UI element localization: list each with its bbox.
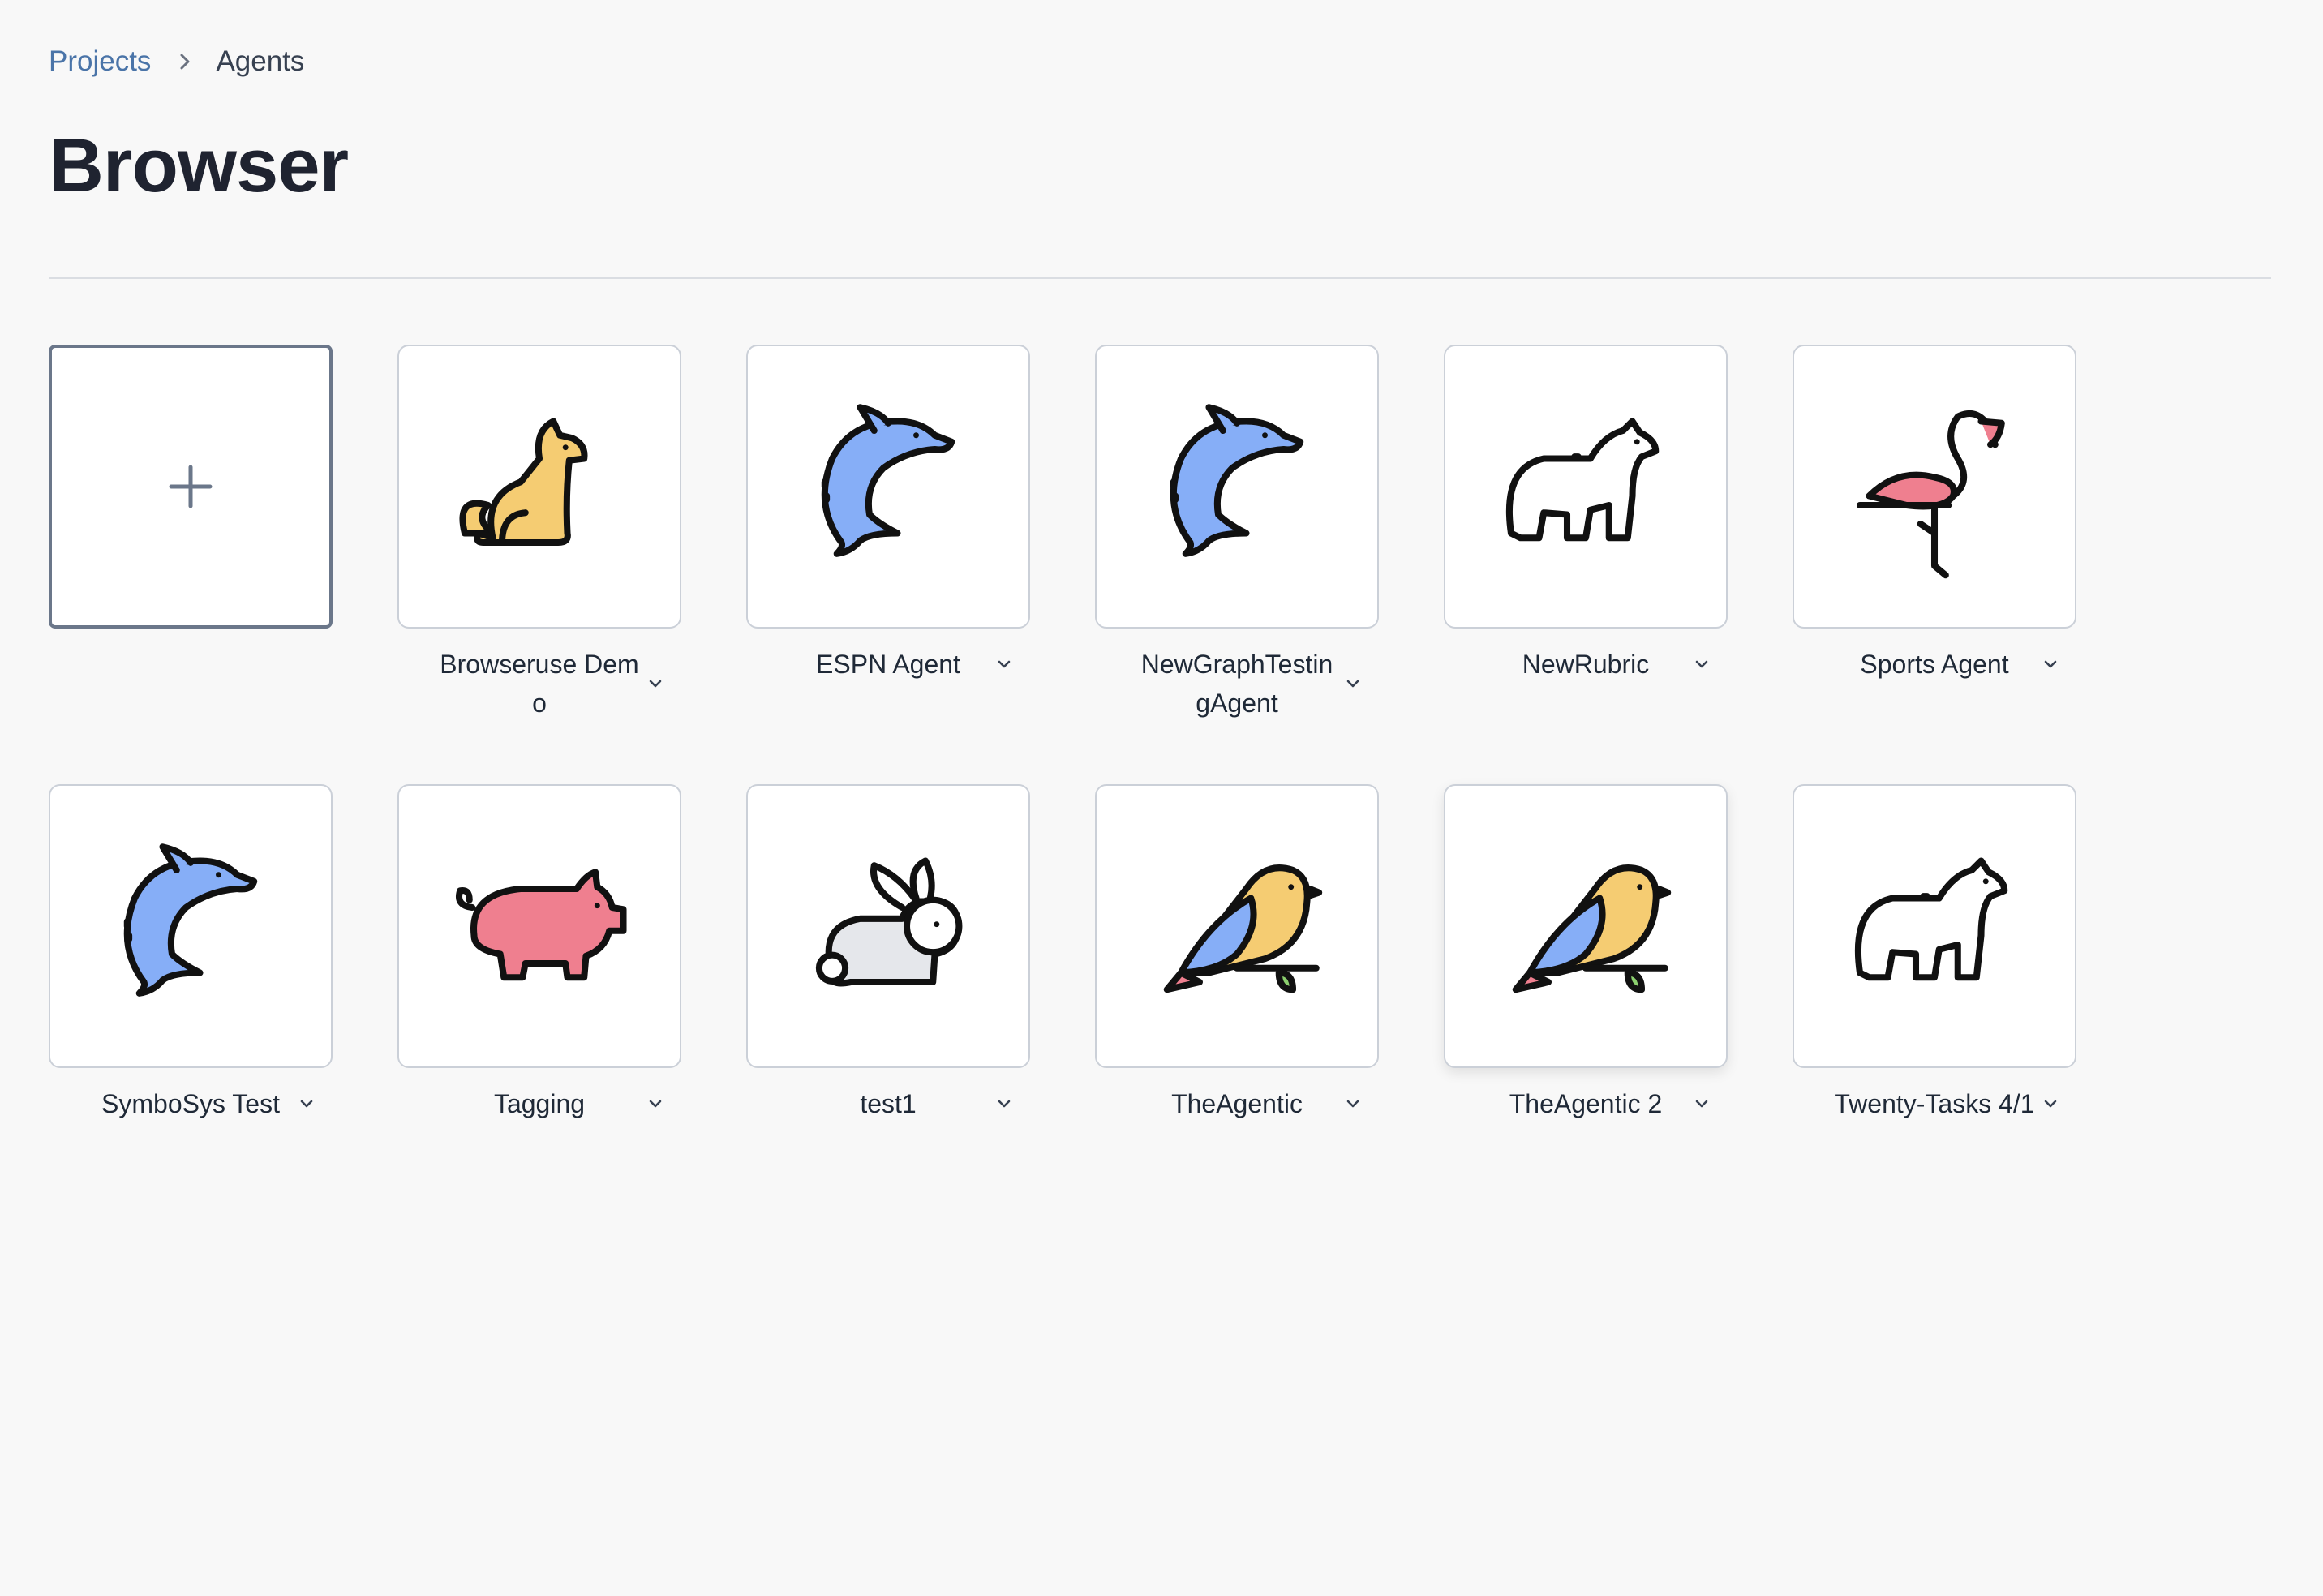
polar-bear-icon: [1505, 418, 1660, 542]
agent-label-row: NewRubric: [1444, 645, 1728, 718]
chevron-down-icon[interactable]: [994, 1094, 1014, 1113]
agent-name: Tagging: [493, 1089, 586, 1118]
chevron-down-icon[interactable]: [2041, 1094, 2060, 1113]
chevron-down-icon[interactable]: [2041, 654, 2060, 674]
agent-name: Twenty-Tasks 4/1: [1834, 1089, 2035, 1118]
agent-tile: TheAgentic: [1095, 784, 1379, 1157]
agent-card[interactable]: [1444, 345, 1728, 629]
agent-label-row: Tagging: [397, 1084, 681, 1157]
breadcrumb: Projects Agents: [49, 44, 304, 79]
agent-label-row: TheAgentic 2: [1444, 1084, 1728, 1157]
chevron-down-icon[interactable]: [646, 1094, 665, 1113]
agent-name: TheAgentic: [1171, 1089, 1303, 1118]
agent-card[interactable]: [1444, 784, 1728, 1068]
agent-label-row: NewGraphTestingAgent: [1095, 645, 1379, 718]
agent-name: NewRubric: [1522, 650, 1650, 679]
dog-icon: [459, 418, 588, 547]
agent-tile: Tagging: [397, 784, 681, 1157]
new-agent-button[interactable]: [49, 345, 333, 629]
agent-label-row: test1: [746, 1084, 1030, 1157]
agent-tile: ESPN Agent: [746, 345, 1030, 718]
chevron-down-icon[interactable]: [1692, 1094, 1711, 1113]
agent-tile: Browseruse Demo: [397, 345, 681, 718]
page-title: Browser: [49, 122, 349, 208]
agent-tile: Sports Agent: [1793, 345, 2076, 718]
flamingo-icon: [1856, 410, 2005, 579]
agent-tile: Twenty-Tasks 4/1: [1793, 784, 2076, 1157]
agent-name: ESPN Agent: [816, 650, 960, 679]
chevron-down-icon[interactable]: [1343, 674, 1363, 693]
agent-label-row: Twenty-Tasks 4/1: [1793, 1084, 2076, 1157]
chevron-down-icon[interactable]: [646, 674, 665, 693]
agent-name: Browseruse Demo: [440, 650, 639, 718]
dolphin-icon: [1170, 404, 1304, 557]
agent-tile: NewGraphTestingAgent: [1095, 345, 1379, 718]
agent-name: Sports Agent: [1860, 650, 2009, 679]
chevron-down-icon[interactable]: [1692, 654, 1711, 674]
polar-bear-icon: [1854, 857, 2008, 981]
agent-label-row: Browseruse Demo: [397, 645, 681, 718]
agent-card[interactable]: [1793, 345, 2076, 629]
plus-icon: [169, 465, 213, 508]
agent-tile: test1: [746, 784, 1030, 1157]
agent-name: test1: [860, 1089, 917, 1118]
breadcrumb-current: Agents: [216, 45, 305, 77]
bird-icon: [1163, 865, 1323, 993]
agent-label-row: ESPN Agent: [746, 645, 1030, 718]
chevron-down-icon[interactable]: [994, 654, 1014, 674]
breadcrumb-projects-link[interactable]: Projects: [49, 45, 151, 78]
agent-name: TheAgentic 2: [1509, 1089, 1663, 1118]
new-agent-tile: [49, 345, 333, 629]
agent-name: NewGraphTestingAgent: [1140, 650, 1333, 718]
agent-label-row: Sports Agent: [1793, 645, 2076, 718]
agent-card[interactable]: [397, 345, 681, 629]
agent-card[interactable]: [1095, 784, 1379, 1068]
bird-icon: [1512, 865, 1672, 993]
rabbit-icon: [815, 857, 963, 987]
agent-card[interactable]: [397, 784, 681, 1068]
agent-tile: TheAgentic 2: [1444, 784, 1728, 1157]
chevron-right-icon: [180, 54, 190, 70]
divider: [49, 277, 2271, 279]
agent-tile: SymboSys Test: [49, 784, 333, 1157]
chevron-down-icon[interactable]: [297, 1094, 316, 1113]
agents-page: Projects Agents Browser Browseruse Demo …: [49, 0, 2271, 1596]
agent-card[interactable]: [49, 784, 333, 1068]
pig-icon: [456, 869, 627, 981]
dolphin-icon: [821, 404, 955, 557]
agent-label-row: TheAgentic: [1095, 1084, 1379, 1157]
chevron-down-icon[interactable]: [1343, 1094, 1363, 1113]
agent-card[interactable]: [746, 345, 1030, 629]
agent-label-row: SymboSys Test: [49, 1084, 333, 1157]
agent-card[interactable]: [1095, 345, 1379, 629]
agent-name: SymboSys Test: [101, 1089, 280, 1118]
agent-card[interactable]: [1793, 784, 2076, 1068]
agent-card[interactable]: [746, 784, 1030, 1068]
agent-tile: NewRubric: [1444, 345, 1728, 718]
dolphin-icon: [123, 843, 258, 997]
